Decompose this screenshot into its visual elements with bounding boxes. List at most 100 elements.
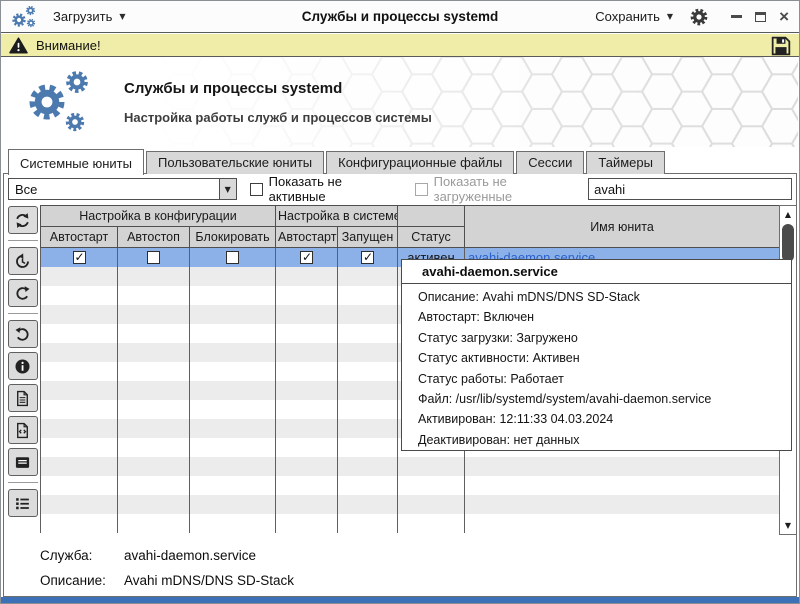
group-header-system: Настройка в системе	[276, 206, 398, 227]
tooltip-line: Статус работы: Работает	[418, 369, 785, 389]
scrollbar-thumb[interactable]	[782, 224, 794, 262]
file-icon	[14, 390, 31, 407]
tab-5[interactable]: Таймеры	[586, 151, 665, 174]
list-icon	[14, 495, 31, 512]
journal-output-button[interactable]	[8, 448, 38, 476]
view-file-button[interactable]	[8, 384, 38, 412]
empty-row	[41, 476, 780, 495]
save-floppy-icon[interactable]	[771, 36, 791, 55]
settings-gear-icon[interactable]	[689, 7, 709, 27]
tab-2[interactable]: Пользовательские юниты	[146, 151, 324, 174]
tooltip-line: Автостарт: Включен	[418, 307, 785, 327]
window-bottom-edge	[1, 597, 799, 603]
tooltip-title: avahi-daemon.service	[402, 260, 791, 284]
checkbox-checked[interactable]	[73, 251, 86, 264]
show-inactive-label: Показать не активные	[269, 174, 402, 204]
save-menu-label: Сохранить	[595, 9, 660, 24]
app-gears-icon	[11, 5, 39, 29]
empty-row	[41, 457, 780, 476]
action-toolbar	[5, 205, 40, 535]
checkbox-checked[interactable]	[300, 251, 313, 264]
redo-button[interactable]	[8, 279, 38, 307]
redo-icon	[14, 285, 31, 302]
tooltip-line: Описание: Avahi mDNS/DNS SD-Stack	[418, 287, 785, 307]
warning-triangle-icon	[9, 37, 28, 54]
page-title: Службы и процессы systemd	[124, 80, 432, 97]
tooltip-line: Файл: /usr/lib/systemd/system/avahi-daem…	[418, 389, 785, 409]
description-label: Описание:	[40, 573, 124, 588]
column-header-autostart-config[interactable]: Автостарт	[41, 227, 118, 248]
tooltip-line: Статус загрузки: Загружено	[418, 328, 785, 348]
edit-unit-file-button[interactable]	[8, 416, 38, 444]
checkbox-unchecked[interactable]	[250, 183, 263, 196]
scroll-up-button[interactable]: ▲	[780, 207, 796, 222]
chevron-down-icon[interactable]: ▼	[219, 179, 236, 199]
warning-text: Внимание!	[36, 38, 101, 53]
checkbox-unchecked[interactable]	[226, 251, 239, 264]
unit-tooltip: avahi-daemon.service Описание: Avahi mDN…	[401, 259, 792, 451]
tooltip-line: Деактивирован: нет данных	[418, 430, 785, 450]
info-button[interactable]	[8, 352, 38, 380]
tab-3[interactable]: Конфигурационные файлы	[326, 151, 514, 174]
load-menu-label: Загрузить	[53, 9, 112, 24]
close-button[interactable]: ×	[779, 12, 789, 22]
selection-info: Служба: avahi-daemon.service Описание: A…	[40, 548, 294, 598]
app-window: Загрузить ▼ Службы и процессы systemd Со…	[0, 0, 800, 604]
chevron-down-icon: ▼	[667, 12, 673, 21]
tab-4[interactable]: Сессии	[516, 151, 584, 174]
toolbar-separator	[8, 482, 38, 483]
unit-filter-value: Все	[9, 182, 219, 197]
filter-row: Все ▼ Показать не активные Показать не з…	[8, 177, 792, 201]
empty-row	[41, 514, 780, 533]
tooltip-lines: Описание: Avahi mDNS/DNS SD-StackАвтоста…	[402, 284, 791, 450]
console-icon	[14, 454, 31, 471]
column-header-status[interactable]: Статус	[398, 227, 465, 248]
file-code-icon	[14, 422, 31, 439]
undo-button[interactable]	[8, 320, 38, 348]
save-menu-button[interactable]: Сохранить ▼	[595, 9, 673, 24]
empty-row	[41, 495, 780, 514]
search-input[interactable]	[588, 178, 792, 200]
tooltip-line: Статус активности: Активен	[418, 348, 785, 368]
toolbar-separator	[8, 313, 38, 314]
show-unloaded-checkbox: Показать не загруженные	[415, 174, 588, 204]
header-banner: Службы и процессы systemd Настройка рабо…	[2, 57, 798, 147]
refresh-icon	[14, 212, 31, 229]
show-unloaded-label: Показать не загруженные	[434, 174, 588, 204]
load-menu-button[interactable]: Загрузить ▼	[53, 9, 126, 24]
column-header-running[interactable]: Запущен	[338, 227, 398, 248]
history-restore-button[interactable]	[8, 247, 38, 275]
tooltip-line: Активирован: 12:11:33 04.03.2024	[418, 409, 785, 429]
column-header-autostart-system[interactable]: Автостарт	[276, 227, 338, 248]
warning-bar: Внимание!	[1, 34, 799, 57]
column-header-block[interactable]: Блокировать	[190, 227, 276, 248]
column-header-autostop[interactable]: Автостоп	[118, 227, 190, 248]
maximize-button[interactable]	[755, 12, 766, 22]
unit-list-button[interactable]	[8, 489, 38, 517]
tab-1[interactable]: Системные юниты	[8, 149, 144, 175]
unit-filter-select[interactable]: Все ▼	[8, 178, 237, 200]
checkbox-unchecked[interactable]	[147, 251, 160, 264]
info-icon	[14, 358, 31, 375]
page-subtitle: Настройка работы служб и процессов систе…	[124, 110, 432, 125]
tab-bar: Системные юнитыПользовательские юнитыКон…	[8, 147, 667, 174]
group-header-spacer	[398, 206, 465, 227]
minimize-button[interactable]	[731, 15, 742, 18]
group-header-config: Настройка в конфигурации	[41, 206, 276, 227]
column-header-unit-name[interactable]: Имя юнита	[465, 206, 780, 248]
history-restore-icon	[14, 253, 31, 270]
chevron-down-icon: ▼	[119, 12, 125, 21]
description-value: Avahi mDNS/DNS SD-Stack	[124, 573, 294, 588]
window-controls: ×	[731, 12, 789, 22]
checkbox-disabled	[415, 183, 428, 196]
refresh-button[interactable]	[8, 206, 38, 234]
gears-logo-icon	[26, 67, 94, 135]
undo-icon	[14, 326, 31, 343]
show-inactive-checkbox[interactable]: Показать не активные	[250, 174, 402, 204]
titlebar: Загрузить ▼ Службы и процессы systemd Со…	[1, 1, 799, 33]
checkbox-checked[interactable]	[361, 251, 374, 264]
service-label: Служба:	[40, 548, 124, 563]
toolbar-separator	[8, 240, 38, 241]
scroll-down-button[interactable]: ▼	[780, 518, 796, 533]
window-title: Службы и процессы systemd	[302, 9, 498, 24]
